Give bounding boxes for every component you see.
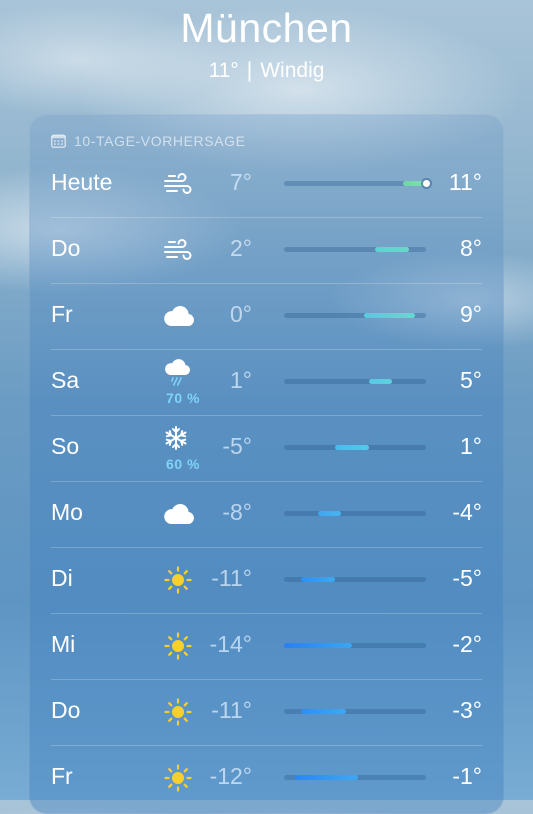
low-temperature: -11° [211, 697, 252, 723]
day-label: Do [51, 697, 81, 723]
forecast-row[interactable]: Do 2° 8° [51, 217, 482, 283]
temperature-range-bar [284, 511, 426, 516]
forecast-row[interactable]: Fr -12° -1° [51, 745, 482, 811]
temperature-range-bar [284, 313, 426, 318]
forecast-row[interactable]: So 60 % -5° 1° [51, 415, 482, 481]
high-temperature: -3° [452, 697, 482, 723]
temperature-range-bar [284, 709, 426, 714]
low-temperature: 2° [230, 235, 252, 261]
day-label: Di [51, 565, 73, 591]
low-temperature: 0° [230, 301, 252, 327]
forecast-row[interactable]: Mo -8° -4° [51, 481, 482, 547]
temperature-range-fill [301, 577, 336, 582]
high-temperature: -1° [452, 763, 482, 789]
low-temperature: -12° [209, 763, 252, 789]
temperature-range-fill [335, 445, 370, 450]
day-label: Mi [51, 631, 76, 657]
high-temperature: 11° [448, 169, 482, 195]
high-temperature: 5° [460, 367, 482, 393]
temperature-range-bar [284, 643, 426, 648]
temperature-range-bar [284, 577, 426, 582]
condition-text: Windig [260, 59, 325, 82]
high-temperature: 9° [460, 301, 482, 327]
forecast-row[interactable]: Sa 70 % 1° 5° [51, 349, 482, 415]
ten-day-forecast-card[interactable]: 10-TAGE-VORHERSAGE Heute 7° 11° Do 2° 8° Fr 0° 9… [29, 114, 504, 814]
temperature-range-fill [284, 643, 353, 648]
day-label: Mo [51, 499, 83, 525]
low-temperature: -8° [222, 499, 252, 525]
temperature-range-fill [318, 511, 341, 516]
separator: | [246, 59, 253, 82]
day-label: Sa [51, 367, 80, 393]
temperature-range-bar [284, 445, 426, 450]
temperature-range-bar [284, 247, 426, 252]
forecast-row[interactable]: Di -11° -5° [51, 547, 482, 613]
high-temperature: 1° [460, 433, 482, 459]
low-temperature: -14° [209, 631, 252, 657]
day-label: Fr [51, 301, 73, 327]
temperature-range-fill [363, 313, 415, 318]
low-temperature: 1° [230, 367, 252, 393]
calendar-icon [51, 134, 66, 148]
city-name: München [180, 5, 353, 51]
forecast-card-header: 10-TAGE-VORHERSAGE [51, 130, 246, 152]
day-label: Fr [51, 763, 73, 789]
high-temperature: -4° [452, 499, 482, 525]
high-temperature: -2° [452, 631, 482, 657]
temperature-range-bar [284, 775, 426, 780]
forecast-row[interactable]: Heute 7° 11° [51, 152, 482, 217]
forecast-row[interactable]: Fr 0° 9° [51, 283, 482, 349]
low-temperature: -11° [211, 565, 252, 591]
current-temperature: 11° [208, 59, 239, 82]
low-temperature: 7° [230, 169, 252, 195]
day-label: So [51, 433, 80, 459]
forecast-row[interactable]: Do -11° -3° [51, 679, 482, 745]
high-temperature: 8° [460, 235, 482, 261]
location-header: München 11° | Windig [0, 0, 533, 85]
day-label: Do [51, 235, 81, 261]
forecast-title: 10-TAGE-VORHERSAGE [74, 133, 246, 149]
temperature-range-fill [374, 247, 409, 252]
high-temperature: -5° [452, 565, 482, 591]
low-temperature: -5° [222, 433, 252, 459]
temperature-range-fill [301, 709, 347, 714]
forecast-list: Heute 7° 11° Do 2° 8° Fr 0° 9° Sa 70 % 1° 5° So 60 % -5… [29, 152, 504, 811]
temperature-range-bar [284, 379, 426, 384]
current-conditions: 11° | Windig [0, 57, 533, 85]
temperature-range-bar [284, 180, 430, 187]
forecast-row[interactable]: Mi -14° -2° [51, 613, 482, 679]
day-label: Heute [51, 169, 113, 195]
temperature-range-fill [369, 379, 392, 384]
temperature-range-fill [295, 775, 358, 780]
